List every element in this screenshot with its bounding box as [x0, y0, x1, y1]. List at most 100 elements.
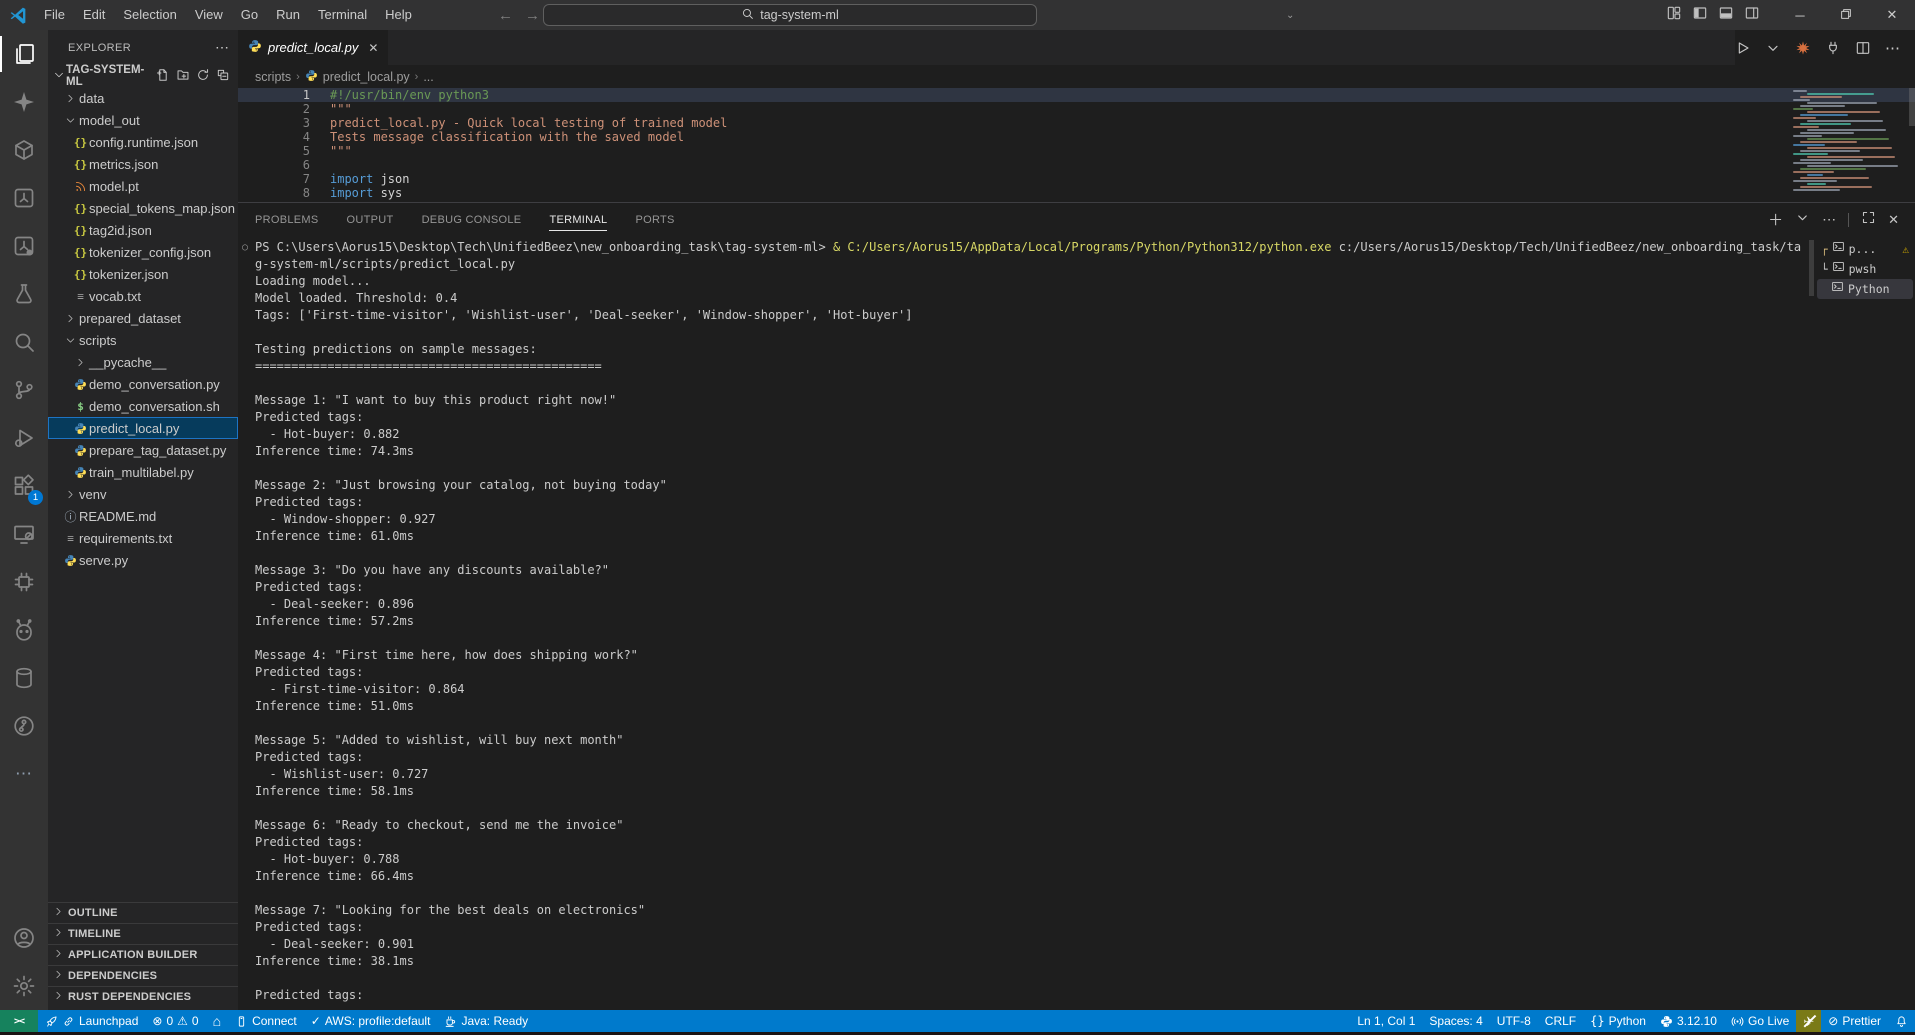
- tree-item-serve-py[interactable]: serve.py: [48, 549, 238, 571]
- tab-predict-local[interactable]: predict_local.py ✕: [238, 30, 389, 65]
- activity-additional-views[interactable]: ⋯: [0, 750, 48, 798]
- manage-remote-button[interactable]: ⌄: [1284, 0, 1294, 30]
- tree-item-venv[interactable]: venv: [48, 483, 238, 505]
- activity-testing[interactable]: [0, 270, 48, 318]
- section-outline[interactable]: OUTLINE: [48, 902, 238, 923]
- toggle-sidebar-icon[interactable]: [1687, 0, 1713, 30]
- new-file-icon[interactable]: [156, 68, 170, 85]
- status-eol-sequence[interactable]: CRLF: [1538, 1010, 1583, 1032]
- section-rust-dependencies[interactable]: RUST DEPENDENCIES: [48, 986, 238, 1007]
- status-home[interactable]: ⌂: [206, 1010, 228, 1032]
- restore-button[interactable]: [1823, 0, 1869, 30]
- workspace-root-folder[interactable]: TAG-SYSTEM-ML: [48, 65, 238, 87]
- tree-item-train-multilabel-py[interactable]: train_multilabel.py: [48, 461, 238, 483]
- status-notifications[interactable]: [1888, 1010, 1915, 1032]
- tree-item-requirements-txt[interactable]: ≡requirements.txt: [48, 527, 238, 549]
- menu-file[interactable]: File: [35, 7, 74, 22]
- tree-item-prepare-tag-dataset-py[interactable]: prepare_tag_dataset.py: [48, 439, 238, 461]
- explorer-more-actions-icon[interactable]: ⋯: [215, 39, 230, 56]
- status-airplane-mode[interactable]: ✈: [1796, 1010, 1821, 1032]
- code-editor[interactable]: 1#!/usr/bin/env python32"""3predict_loca…: [238, 88, 1915, 202]
- activity-git-graph[interactable]: [0, 702, 48, 750]
- command-center-search[interactable]: tag-system-ml: [543, 4, 1037, 26]
- status-connect[interactable]: Connect: [228, 1010, 304, 1032]
- customize-layout-icon[interactable]: [1661, 0, 1687, 30]
- status-encoding[interactable]: UTF-8: [1490, 1010, 1538, 1032]
- status-aws-profile[interactable]: ✓AWS: profile:default: [304, 1010, 438, 1032]
- breadcrumb-file[interactable]: predict_local.py: [323, 70, 410, 84]
- menu-run[interactable]: Run: [267, 7, 309, 22]
- terminal-scrollbar[interactable]: [1809, 240, 1814, 296]
- panel-tab-problems[interactable]: PROBLEMS: [255, 203, 319, 236]
- section-dependencies[interactable]: DEPENDENCIES: [48, 965, 238, 986]
- toggle-secondary-sidebar-icon[interactable]: [1739, 0, 1765, 30]
- nav-back-icon[interactable]: ←: [498, 7, 513, 24]
- split-editor-icon[interactable]: [1855, 40, 1871, 56]
- editor-scrollbar[interactable]: [1909, 88, 1915, 126]
- activity-run-and-debug[interactable]: [0, 414, 48, 462]
- activity-source-control[interactable]: [0, 366, 48, 414]
- close-button[interactable]: ✕: [1869, 0, 1915, 30]
- menu-terminal[interactable]: Terminal: [309, 7, 376, 22]
- activity-hardware[interactable]: [0, 558, 48, 606]
- tree-item-model-pt[interactable]: model.pt: [48, 175, 238, 197]
- section-application-builder[interactable]: APPLICATION BUILDER: [48, 944, 238, 965]
- tree-item-model-out[interactable]: model_out: [48, 109, 238, 131]
- activity-copilot[interactable]: [0, 78, 48, 126]
- terminal-session-p[interactable]: ┌p...⚠: [1817, 239, 1913, 259]
- tab-close-icon[interactable]: ✕: [368, 41, 378, 55]
- nav-forward-icon[interactable]: →: [525, 7, 540, 24]
- panel-tab-ports[interactable]: PORTS: [635, 203, 674, 236]
- status-language-mode[interactable]: {}Python: [1583, 1010, 1653, 1032]
- tree-item-metrics-json[interactable]: {}metrics.json: [48, 153, 238, 175]
- extension-action-icon[interactable]: [1795, 40, 1811, 56]
- menu-edit[interactable]: Edit: [74, 7, 114, 22]
- status-problems[interactable]: ⊗0⚠0: [145, 1010, 205, 1032]
- tree-item-data[interactable]: data: [48, 87, 238, 109]
- status-python-version[interactable]: 3.12.10: [1653, 1010, 1724, 1032]
- tree-item-tokenizer-json[interactable]: {}tokenizer.json: [48, 263, 238, 285]
- tree-item-config-runtime-json[interactable]: {}config.runtime.json: [48, 131, 238, 153]
- collapse-folders-icon[interactable]: [216, 68, 230, 85]
- tree-item-demo-conversation-sh[interactable]: $demo_conversation.sh: [48, 395, 238, 417]
- activity-extensions[interactable]: 1: [0, 462, 48, 510]
- status-cursor-position[interactable]: Ln 1, Col 1: [1350, 1010, 1422, 1032]
- menu-selection[interactable]: Selection: [114, 7, 185, 22]
- status-launchpad[interactable]: Launchpad: [38, 1010, 145, 1032]
- tree-item-readme-md[interactable]: ⓘREADME.md: [48, 505, 238, 527]
- tree-item-demo-conversation-py[interactable]: demo_conversation.py: [48, 373, 238, 395]
- activity-ai-assistant[interactable]: [0, 606, 48, 654]
- new-folder-icon[interactable]: [176, 68, 190, 85]
- tree-item--pycache-[interactable]: __pycache__: [48, 351, 238, 373]
- editor-more-actions-icon[interactable]: ⋯: [1885, 39, 1901, 57]
- status-prettier[interactable]: ⊘Prettier: [1821, 1010, 1888, 1032]
- menu-go[interactable]: Go: [232, 7, 267, 22]
- tree-item-special-tokens-map-json[interactable]: {}special_tokens_map.json: [48, 197, 238, 219]
- panel-tab-debug-console[interactable]: DEBUG CONSOLE: [422, 203, 522, 236]
- refresh-explorer-icon[interactable]: [196, 68, 210, 85]
- activity-containers[interactable]: [0, 126, 48, 174]
- tree-item-prepared-dataset[interactable]: prepared_dataset: [48, 307, 238, 329]
- activity-terraform-cloud[interactable]: [0, 222, 48, 270]
- tree-item-scripts[interactable]: scripts: [48, 329, 238, 351]
- status-remote-indicator[interactable]: ><: [0, 1010, 38, 1032]
- tree-item-tag2id-json[interactable]: {}tag2id.json: [48, 219, 238, 241]
- maximize-panel-icon[interactable]: [1861, 210, 1876, 230]
- status-indentation[interactable]: Spaces: 4: [1422, 1010, 1489, 1032]
- activity-remote-explorer[interactable]: [0, 510, 48, 558]
- activity-explorer[interactable]: [0, 30, 48, 78]
- terminal-session-python[interactable]: Python: [1817, 279, 1913, 299]
- menu-help[interactable]: Help: [376, 7, 421, 22]
- toggle-panel-icon[interactable]: [1713, 0, 1739, 30]
- run-dropdown-icon[interactable]: [1765, 40, 1781, 56]
- activity-settings[interactable]: [0, 962, 48, 1010]
- section-timeline[interactable]: TIMELINE: [48, 923, 238, 944]
- activity-search[interactable]: [0, 318, 48, 366]
- tree-item-vocab-txt[interactable]: ≡vocab.txt: [48, 285, 238, 307]
- activity-database[interactable]: [0, 654, 48, 702]
- panel-more-actions-icon[interactable]: ⋯: [1822, 211, 1836, 228]
- minimap[interactable]: [1793, 90, 1905, 192]
- terminal-session-pwsh[interactable]: └pwsh: [1817, 259, 1913, 279]
- new-terminal-icon[interactable]: ＋: [1768, 209, 1783, 230]
- command-decoration-icon[interactable]: ○: [242, 239, 248, 256]
